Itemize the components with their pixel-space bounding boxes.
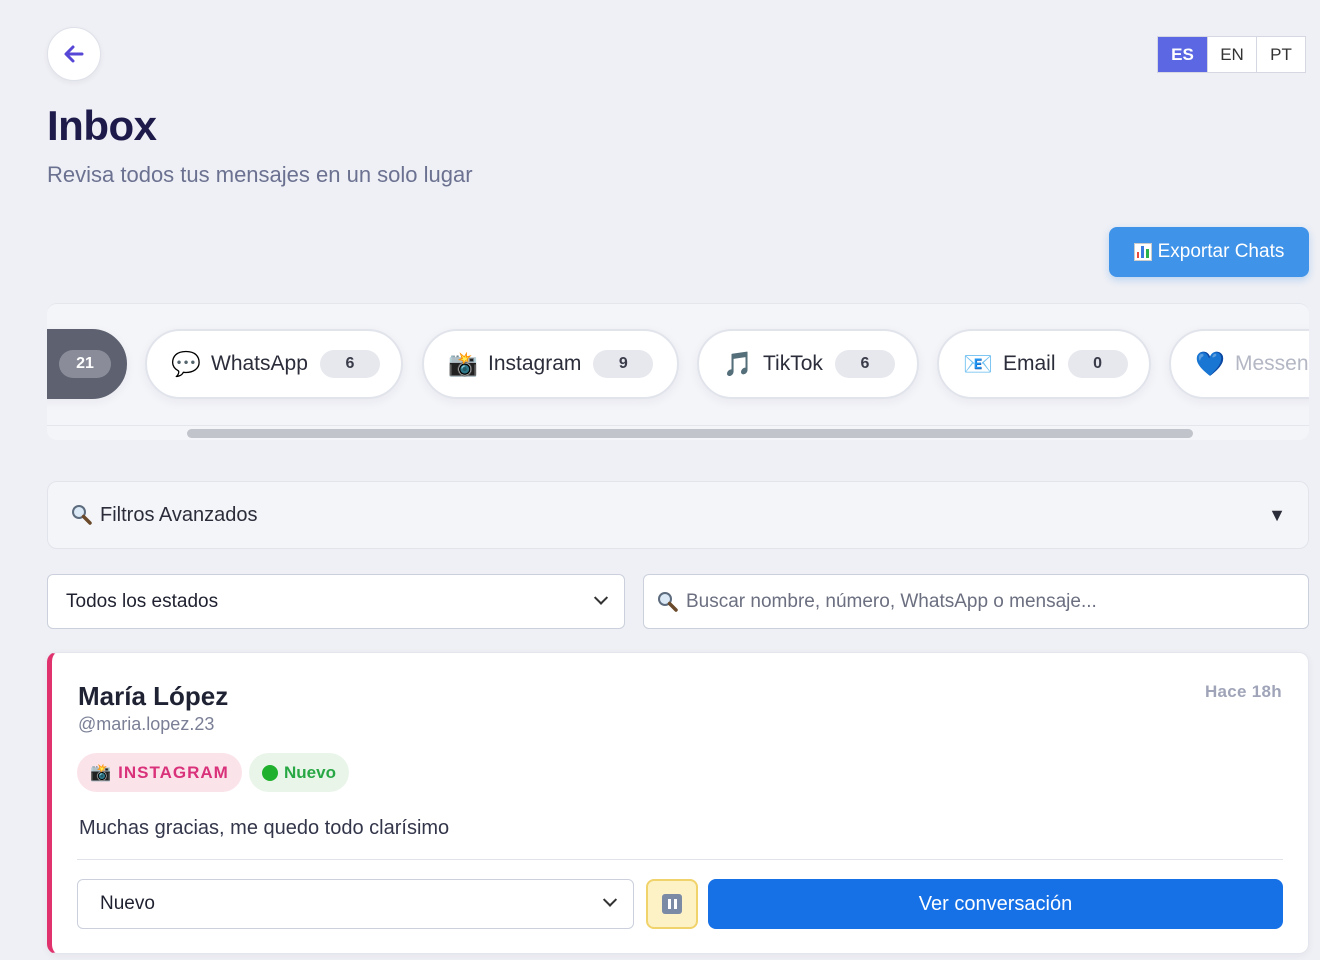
channel-chip-email[interactable]: 📧 Email 0 (937, 329, 1151, 399)
language-switcher: ES EN PT (1157, 36, 1306, 73)
envelope-icon: 📧 (963, 350, 993, 378)
scroll-track (47, 425, 1309, 426)
channel-label-tiktok: TikTok (763, 352, 823, 375)
status-filter-select[interactable]: Todos los estados (47, 574, 625, 629)
language-option-es[interactable]: ES (1158, 37, 1207, 72)
contact-name: María López (78, 681, 229, 711)
horizontal-scrollbar[interactable] (187, 429, 1193, 438)
channel-count-all: 21 (59, 350, 111, 378)
channel-label-messenger: Messen (1235, 352, 1309, 375)
magnifier-icon (658, 591, 678, 612)
chevron-down-icon (602, 892, 618, 907)
channel-chip-tiktok[interactable]: 🎵 TikTok 6 (697, 329, 919, 399)
channel-label-email: Email (1003, 352, 1056, 375)
conversation-status-value: Nuevo (100, 893, 155, 914)
conversation-card: María López @maria.lopez.23 Hace 18h 📸 I… (47, 652, 1309, 954)
channel-count-tiktok: 6 (834, 350, 895, 378)
advanced-filters-toggle[interactable]: Filtros Avanzados ▼ (47, 481, 1309, 549)
pause-button[interactable] (646, 879, 698, 929)
channel-label-whatsapp: WhatsApp (211, 352, 308, 375)
advanced-filters-label: Filtros Avanzados (100, 503, 258, 526)
view-conversation-button[interactable]: Ver conversación (708, 879, 1283, 929)
language-option-pt[interactable]: PT (1256, 37, 1305, 72)
search-input[interactable] (686, 590, 1286, 613)
channel-chip-messenger[interactable]: 💙 Messen (1169, 329, 1309, 399)
contact-handle: @maria.lopez.23 (78, 714, 215, 734)
channel-chip-all[interactable]: 21 (47, 329, 127, 399)
channel-count-instagram: 9 (593, 350, 654, 378)
search-field (643, 574, 1309, 629)
export-chats-button[interactable]: Exportar Chats (1109, 227, 1309, 277)
speech-bubble-icon: 💬 (171, 350, 201, 378)
green-dot-icon (262, 764, 278, 781)
arrow-left-icon (64, 45, 84, 63)
pause-icon (662, 894, 682, 914)
music-note-icon: 🎵 (723, 350, 753, 378)
status-badge: Nuevo (249, 753, 349, 792)
platform-badge: 📸 INSTAGRAM (77, 753, 242, 792)
chevron-down-icon (593, 590, 609, 605)
triangle-down-icon: ▼ (1268, 504, 1286, 525)
camera-flash-icon: 📸 (90, 762, 113, 782)
camera-flash-icon: 📸 (448, 350, 478, 378)
status-filter-value: Todos los estados (66, 590, 219, 612)
channel-count-whatsapp: 6 (319, 350, 380, 378)
conversation-status-select[interactable]: Nuevo (77, 879, 634, 929)
channel-chip-whatsapp[interactable]: 💬 WhatsApp 6 (145, 329, 403, 399)
bar-chart-icon (1133, 243, 1152, 261)
language-option-en[interactable]: EN (1207, 37, 1256, 72)
message-time: Hace 18h (1204, 682, 1282, 701)
divider (77, 859, 1283, 860)
message-preview: Muchas gracias, me quedo todo clarísimo (79, 817, 450, 839)
channel-chip-instagram[interactable]: 📸 Instagram 9 (422, 329, 679, 399)
page-subtitle: Revisa todos tus mensajes en un solo lug… (47, 162, 473, 187)
status-badge-label: Nuevo (284, 762, 336, 782)
blue-heart-icon: 💙 (1195, 350, 1225, 378)
back-button[interactable] (47, 27, 101, 81)
export-chats-label: Exportar Chats (1157, 241, 1285, 262)
channel-label-instagram: Instagram (488, 352, 582, 375)
channel-filter-bar: 21 💬 WhatsApp 6 📸 Instagram 9 🎵 TikTok 6… (47, 303, 1309, 440)
page-title: Inbox (47, 102, 157, 149)
channel-count-email: 0 (1067, 350, 1128, 378)
platform-badge-label: INSTAGRAM (118, 762, 229, 782)
magnifier-icon (72, 505, 92, 525)
